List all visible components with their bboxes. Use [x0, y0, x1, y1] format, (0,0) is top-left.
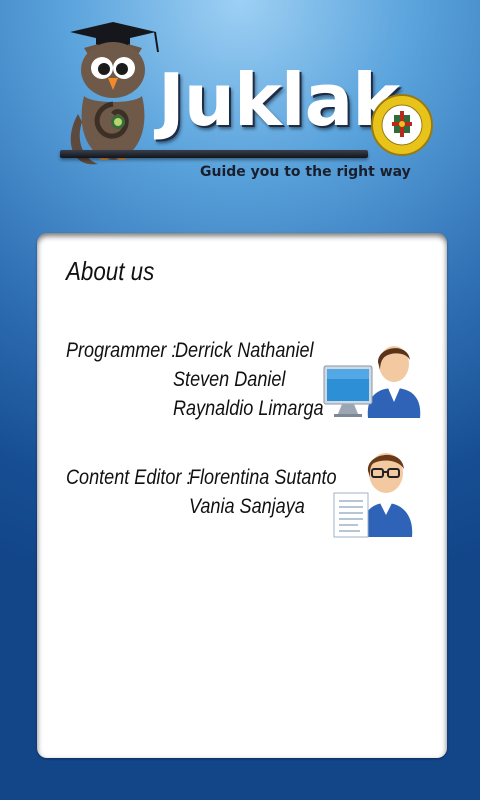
content-editor-label: Content Editor : — [66, 466, 192, 489]
university-seal-icon — [371, 94, 433, 156]
programmer-computer-icon — [323, 346, 421, 418]
tagline: Guide you to the right way — [200, 164, 411, 180]
programmer-name: Raynaldio Limarga — [173, 397, 324, 420]
content-editor-document-icon — [333, 453, 413, 538]
content-editor-name: Vania Sanjaya — [189, 495, 305, 518]
page-title: About us — [66, 256, 155, 286]
about-panel: About us Programmer : Derrick Nathaniel … — [37, 233, 447, 758]
logo-underline — [60, 150, 368, 158]
content-editor-name: Florentina Sutanto — [189, 466, 337, 489]
app-header: Juklak Guide you to the right way — [0, 0, 480, 210]
programmer-label: Programmer : — [66, 339, 177, 362]
programmer-name: Derrick Nathaniel — [175, 339, 314, 362]
app-title: Juklak — [158, 58, 400, 142]
programmer-name: Steven Daniel — [173, 368, 286, 391]
